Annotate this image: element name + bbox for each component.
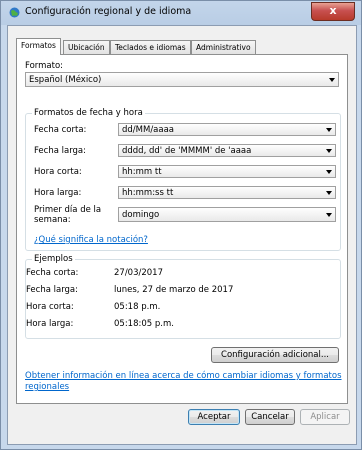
example-short-time-value: 05:18 p.m. [114,302,161,312]
dialog-window: Configuración regional y de idioma x For… [0,0,362,450]
example-long-date-value: lunes, 27 de marzo de 2017 [114,285,234,295]
short-time-label: Hora corta: [34,167,82,177]
example-short-date-value: 27/03/2017 [114,268,163,278]
tab-teclados-idiomas[interactable]: Teclados e idiomas [110,40,191,54]
example-long-time-value: 05:18:05 p.m. [114,319,174,329]
first-day-label-line2: semana: [34,215,71,225]
dialog-body: Formatos Ubicación Teclados e idiomas Ad… [7,25,357,445]
format-value: Español (México) [29,75,102,85]
short-date-label: Fecha corta: [34,125,87,135]
first-day-value: domingo [122,210,160,220]
format-label: Formato: [25,61,64,71]
tab-panel-formatos: Formato: Español (México) Formatos de fe… [16,54,348,404]
cancel-button[interactable]: Cancelar [245,409,295,425]
chevron-down-icon [326,149,332,153]
online-info-link-line2[interactable]: regionales [25,382,69,392]
datetime-group: Formatos de fecha y hora Fecha corta: dd… [25,108,341,251]
short-date-dropdown[interactable]: dd/MM/aaaa [118,123,336,136]
short-time-dropdown[interactable]: hh:mm tt [118,165,336,178]
example-long-time-label: Hora larga: [26,319,74,329]
long-time-dropdown[interactable]: hh:mm:ss tt [118,186,336,199]
notation-help-link[interactable]: ¿Qué significa la notación? [34,235,148,245]
long-date-format: dddd, dd' de 'MMMM' de 'aaaa [122,146,252,156]
long-date-label: Fecha larga: [34,146,87,156]
window-title: Configuración regional y de idioma [25,6,192,17]
close-button[interactable]: x [311,2,355,21]
globe-icon [9,7,20,18]
online-info-link-line1[interactable]: Obtener información en línea acerca de c… [25,371,342,381]
examples-group-title: Ejemplos [32,254,75,264]
format-dropdown[interactable]: Español (México) [25,72,339,87]
chevron-down-icon [329,78,335,82]
chevron-down-icon [326,170,332,174]
example-short-time-label: Hora corta: [26,302,74,312]
short-date-format: dd/MM/aaaa [122,125,175,135]
additional-settings-button[interactable]: Configuración adicional... [211,347,339,363]
first-day-dropdown[interactable]: domingo [118,207,336,222]
tab-ubicacion[interactable]: Ubicación [63,40,110,54]
examples-group: Ejemplos Fecha corta: 27/03/2017 Fecha l… [25,254,341,339]
tab-formatos[interactable]: Formatos [16,38,61,55]
example-long-date-label: Fecha larga: [26,285,79,295]
accept-button[interactable]: Aceptar [188,409,240,425]
chevron-down-icon [326,191,332,195]
chevron-down-icon [326,128,332,132]
long-time-label: Hora larga: [34,188,82,198]
first-day-label-line1: Primer día de la [34,205,102,215]
long-time-format: hh:mm:ss tt [122,188,174,198]
short-time-format: hh:mm tt [122,167,162,177]
chevron-down-icon [326,213,332,217]
datetime-group-title: Formatos de fecha y hora [32,108,145,118]
apply-button[interactable]: Aplicar [300,409,350,425]
example-short-date-label: Fecha corta: [26,268,79,278]
tab-administrativo[interactable]: Administrativo [191,40,256,54]
long-date-dropdown[interactable]: dddd, dd' de 'MMMM' de 'aaaa [118,144,336,157]
title-bar[interactable]: Configuración regional y de idioma x [1,1,361,23]
